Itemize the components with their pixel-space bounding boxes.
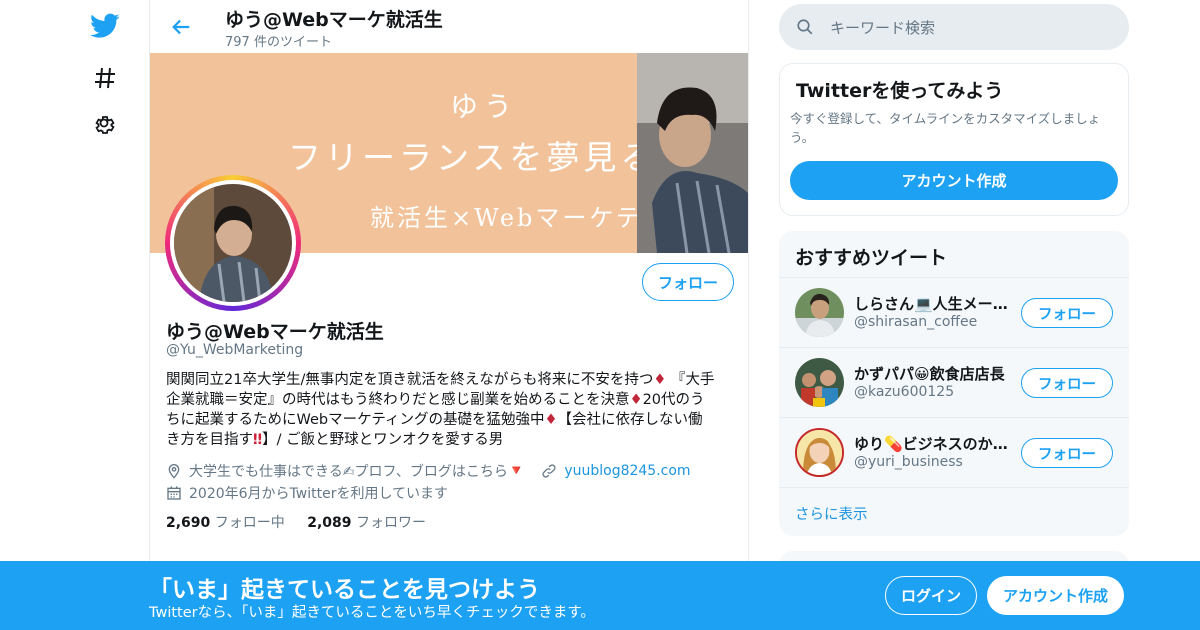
bio-text: 企業就職＝安定』の時代はもう終わりだと感じ副業を始めることを決意 xyxy=(166,392,630,408)
recommended-user-handle: @kazu600125 xyxy=(854,384,955,400)
profile-joined: 2020年6月からTwitterを利用しています xyxy=(189,486,449,502)
follow-button[interactable]: フォロー xyxy=(1021,368,1113,398)
link-icon xyxy=(542,464,556,478)
search-placeholder: キーワード検索 xyxy=(830,19,936,37)
profile-handle: @Yu_WebMarketing xyxy=(166,342,304,358)
back-arrow-icon[interactable] xyxy=(166,12,196,42)
banner-line-2: フリーランスを夢見る xyxy=(288,138,658,177)
bio-line: き方を目指す‼】/ ご飯と野球とワンオクを愛する男 xyxy=(166,430,736,450)
recommended-user-name: しらさん💻人生メーカー xyxy=(854,295,1009,313)
calendar-icon xyxy=(167,486,181,500)
bottom-signup-bar: 「いま」起きていることを見つけよう Twitterなら、「いま」起きていることを… xyxy=(0,561,1200,630)
avatar xyxy=(795,358,844,407)
followers-link[interactable]: 2,089 フォロワー xyxy=(307,515,426,531)
profile-header: ゆう@Webマーケ就活生 797 件のツイート xyxy=(150,0,748,53)
banner-line-1: ゆう xyxy=(450,90,519,123)
bio-text: 【会社に依存しない働 xyxy=(557,412,703,428)
profile-meta-location-row: 大学生でも仕事はできる✍プロフ、ブログはこちら 🔻 yuublog8245.com xyxy=(166,461,691,481)
search-icon xyxy=(797,19,813,35)
bio-text: 20代のう xyxy=(642,392,705,408)
recommended-title: おすすめツイート xyxy=(795,247,948,269)
profile-column: ゆう@Webマーケ就活生 797 件のツイート ゆう フリーランスを夢見る 就活… xyxy=(149,0,749,630)
red-triangle-emoji: 🔻 xyxy=(507,463,526,479)
profile-name: ゆう@Webマーケ就活生 xyxy=(166,321,384,343)
exclamation-emoji: ‼ xyxy=(253,432,263,448)
following-label: フォロー中 xyxy=(214,515,285,531)
recommended-user[interactable]: かずパパ😀飲食店店長 @kazu600125 フォロー xyxy=(779,347,1129,417)
signup-button[interactable]: アカウント作成 xyxy=(987,576,1124,615)
profile-avatar[interactable] xyxy=(165,175,301,311)
banner-photo xyxy=(637,53,748,253)
twitter-logo-icon[interactable] xyxy=(90,11,120,41)
bio-text: き方を目指す xyxy=(166,432,253,448)
show-more-row: さらに表示 xyxy=(779,487,1129,536)
bio-text: 関関同立21卒大学生/無事内定を頂き就活を終えながらも将来に不安を持つ xyxy=(166,372,654,388)
follow-button[interactable]: フォロー xyxy=(642,263,734,301)
recommended-user-name: ゆり💊ビジネスのかなめ xyxy=(854,435,1009,453)
signup-card-title: Twitterを使ってみよう xyxy=(796,80,1004,102)
followers-label: フォロワー xyxy=(355,515,426,531)
profile-location: 大学生でも仕事はできる✍プロフ、ブログはこちら xyxy=(189,464,508,480)
diamond-emoji: ♦ xyxy=(653,372,667,388)
avatar xyxy=(795,428,844,477)
show-more-link[interactable]: さらに表示 xyxy=(795,503,868,524)
bio-line: ちに起業するためにWebマーケティングの基礎を猛勉強中♦【会社に依存しない働 xyxy=(166,410,736,430)
recommended-user[interactable]: ゆり💊ビジネスのかなめ @yuri_business フォロー xyxy=(779,417,1129,487)
recommended-user-name: かずパパ😀飲食店店長 xyxy=(854,365,1005,383)
followers-count: 2,089 xyxy=(307,515,352,531)
settings-gear-icon[interactable] xyxy=(90,110,120,140)
avatar xyxy=(795,288,844,337)
bottom-bar-title: 「いま」起きていることを見つけよう xyxy=(149,577,540,603)
profile-counts: 2,690 フォロー中 2,089 フォロワー xyxy=(166,512,426,532)
following-count: 2,690 xyxy=(166,515,211,531)
signup-card-description: 今すぐ登録して、タイムラインをカスタマイズしましょう。 xyxy=(790,111,1101,145)
profile-website-link[interactable]: yuublog8245.com xyxy=(564,463,690,479)
follow-button[interactable]: フォロー xyxy=(1021,298,1113,328)
login-button[interactable]: ログイン xyxy=(885,576,977,615)
recommended-tweets-card: おすすめツイート しらさん💻人生メーカー @shirasan_coffee フォ… xyxy=(779,231,1129,536)
bottom-bar-subtitle: Twitterなら、「いま」起きていることをいち早くチェックできます。 xyxy=(149,605,595,621)
following-link[interactable]: 2,690 フォロー中 xyxy=(166,515,285,531)
bio-line: 関関同立21卒大学生/無事内定を頂き就活を終えながらも将来に不安を持つ♦ 『大手 xyxy=(166,370,736,390)
diamond-emoji: ♦ xyxy=(629,392,643,408)
recommended-user-handle: @yuri_business xyxy=(854,454,963,470)
recommended-user-handle: @shirasan_coffee xyxy=(854,314,978,330)
recommended-user[interactable]: しらさん💻人生メーカー @shirasan_coffee フォロー xyxy=(779,277,1129,347)
follow-button[interactable]: フォロー xyxy=(1021,438,1113,468)
bio-text: ちに起業するためにWebマーケティングの基礎を猛勉強中 xyxy=(166,412,545,428)
location-icon xyxy=(168,464,180,479)
bio-line: 企業就職＝安定』の時代はもう終わりだと感じ副業を始めることを決意♦20代のう xyxy=(166,390,736,410)
bio-text: 『大手 xyxy=(670,372,715,388)
hashtag-icon[interactable] xyxy=(90,63,120,93)
left-nav xyxy=(80,0,130,630)
diamond-emoji: ♦ xyxy=(544,412,558,428)
tweet-count: 797 件のツイート xyxy=(225,35,332,50)
bio-text: 】/ ご飯と野球とワンオクを愛する男 xyxy=(262,432,504,448)
signup-card: Twitterを使ってみよう 今すぐ登録して、タイムラインをカスタマイズしましょ… xyxy=(779,63,1129,216)
profile-meta-joined-row: 2020年6月からTwitterを利用しています xyxy=(166,483,448,503)
create-account-button[interactable]: アカウント作成 xyxy=(790,161,1118,200)
search-input[interactable]: キーワード検索 xyxy=(779,4,1129,50)
profile-bio: 関関同立21卒大学生/無事内定を頂き就活を終えながらも将来に不安を持つ♦ 『大手… xyxy=(166,370,736,450)
header-title: ゆう@Webマーケ就活生 xyxy=(225,9,443,31)
